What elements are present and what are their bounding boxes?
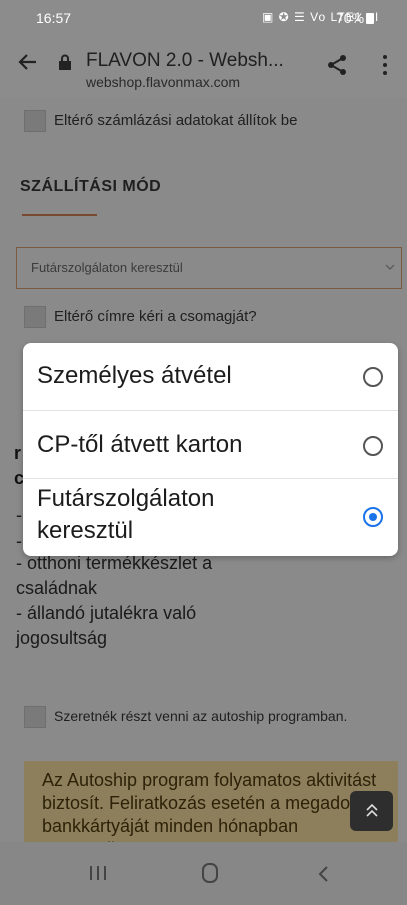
recent-apps-icon[interactable] [88,864,108,882]
status-time: 16:57 [36,10,72,26]
option-cp-carton[interactable]: CP-től átvett karton [23,411,398,478]
radio-selected-icon[interactable] [363,507,383,527]
bullet-line-6: jogosultság [16,628,108,648]
shipping-method-select[interactable]: Futárszolgálaton keresztül [16,247,402,289]
status-bar: 16:57 ▣ ✪ ☰ Vo LTE1 .ıl 70% [0,0,407,36]
diff-address-label: Eltérő címre kéri a csomagját? [54,308,257,325]
option-personal-pickup[interactable]: Személyes átvétel [23,343,398,410]
autoship-label: Szeretnék részt venni az autoship progra… [54,708,348,724]
shipping-method-dialog: Személyes átvétel CP-től átvett karton F… [23,343,398,556]
bullet-line-4: családnak [16,578,98,598]
bullet-line-5: - állandó jutalékra való [16,603,197,623]
radio-unselected-icon[interactable] [363,367,383,387]
bullet-line-3: - otthoni termékkészlet a [16,553,213,573]
share-icon[interactable] [326,54,348,76]
notice-text: Az Autoship program folyamatos aktivitás… [42,770,377,851]
radio-dot [369,513,377,521]
section-underline [22,214,97,216]
radio-unselected-icon[interactable] [363,436,383,456]
billing-checkbox-label: Eltérő számlázási adatokat állítok be [54,112,298,129]
battery-indicator: 70% [336,10,375,26]
option-label-line2: keresztül [37,517,134,544]
bullet-line-2: - [16,531,22,551]
billing-checkbox[interactable] [24,110,46,132]
scroll-to-top-button[interactable] [350,791,393,831]
select-value: Futárszolgálaton keresztül [31,260,183,275]
lock-icon [59,54,71,70]
option-label: CP-től átvett karton [37,431,243,458]
battery-icon [366,13,375,24]
system-nav-bar [0,842,407,905]
autoship-notice: Az Autoship program folyamatos aktivitás… [24,761,398,851]
back-arrow-icon[interactable] [16,50,40,74]
battery-percent: 70% [336,10,365,26]
partial-text-1: r [14,443,22,463]
bullet-line-1: - [16,505,22,525]
url-text[interactable]: webshop.flavonmax.com [86,74,240,90]
more-options-icon[interactable] [381,54,389,76]
chevron-up-icon [366,803,378,817]
diff-address-checkbox[interactable] [24,306,46,328]
option-label-line1: Futárszolgálaton [37,485,215,512]
nav-back-icon[interactable] [316,864,330,884]
option-label: Személyes átvétel [37,362,232,389]
home-icon[interactable] [200,862,220,884]
browser-toolbar: FLAVON 2.0 - Websh... webshop.flavonmax.… [0,36,407,98]
shipping-section-title: SZÁLLÍTÁSI MÓD [20,178,162,195]
chevron-down-icon [385,264,395,270]
page-title[interactable]: FLAVON 2.0 - Websh... [86,50,284,72]
autoship-checkbox[interactable] [24,706,46,728]
option-courier[interactable]: Futárszolgálaton keresztül [23,479,398,556]
